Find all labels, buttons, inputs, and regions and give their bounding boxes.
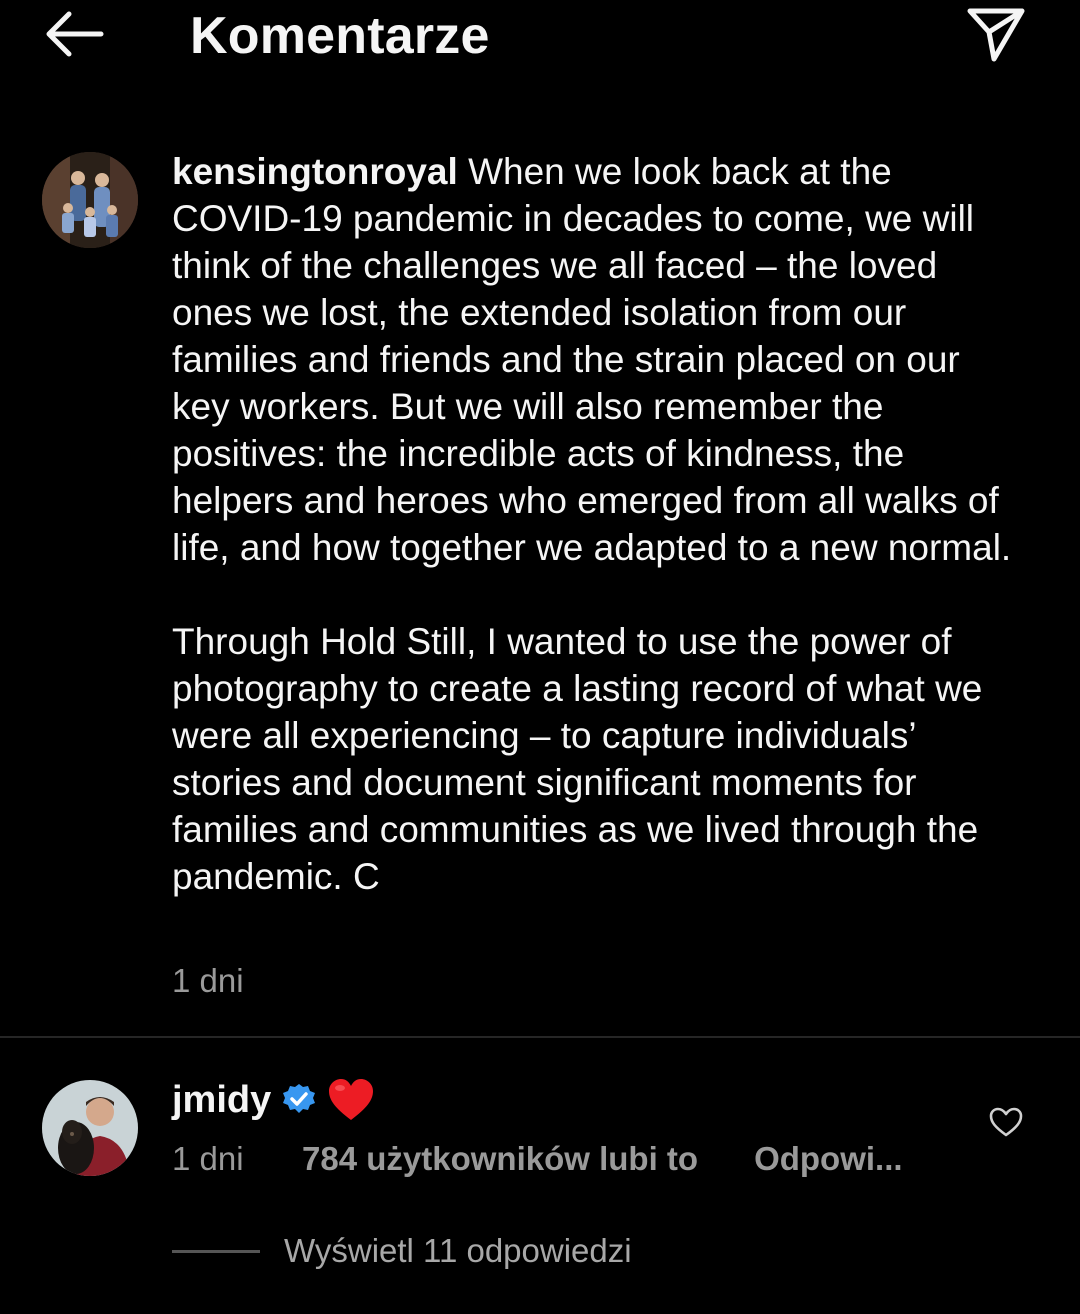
back-button[interactable] — [38, 8, 110, 64]
comment-header: jmidy — [172, 1076, 375, 1124]
heart-outline-icon — [989, 1107, 1023, 1142]
view-replies-label: Wyświetl 11 odpowiedzi — [284, 1232, 632, 1269]
view-replies-button[interactable]: Wyświetl 11 odpowiedzi — [172, 1232, 632, 1270]
caption-username[interactable]: kensingtonroyal — [172, 151, 458, 192]
comment-likes-link[interactable]: 784 użytkowników lubi to — [302, 1140, 698, 1178]
reply-button[interactable]: Odpowi... — [754, 1140, 902, 1178]
like-comment-button[interactable] — [986, 1104, 1026, 1144]
caption-text: kensingtonroyal When we look back at the… — [172, 148, 1012, 900]
kensingtonroyal-avatar[interactable] — [42, 152, 138, 248]
jmidy-avatar[interactable] — [42, 1080, 138, 1176]
page-title: Komentarze — [190, 7, 490, 65]
paper-plane-icon — [966, 6, 1026, 67]
verified-badge-icon — [281, 1082, 317, 1118]
replies-divider-line — [172, 1249, 260, 1253]
comment-username[interactable]: jmidy — [172, 1079, 271, 1122]
share-button[interactable] — [960, 4, 1032, 68]
divider — [0, 1036, 1080, 1038]
top-bar: Komentarze — [0, 0, 1080, 80]
arrow-left-icon — [43, 11, 105, 62]
caption-timestamp: 1 dni — [172, 962, 244, 999]
comment-meta: 1 dni 784 użytkowników lubi to Odpowi... — [172, 1140, 903, 1178]
family-photo-avatar — [42, 152, 138, 248]
man-with-dog-avatar — [42, 1080, 138, 1176]
caption-paragraph-2: Through Hold Still, I wanted to use the … — [172, 621, 983, 897]
caption-paragraph-1: When we look back at the COVID-19 pandem… — [172, 151, 1012, 568]
red-heart-emoji-icon — [327, 1076, 375, 1124]
comment-timestamp: 1 dni — [172, 1140, 244, 1177]
